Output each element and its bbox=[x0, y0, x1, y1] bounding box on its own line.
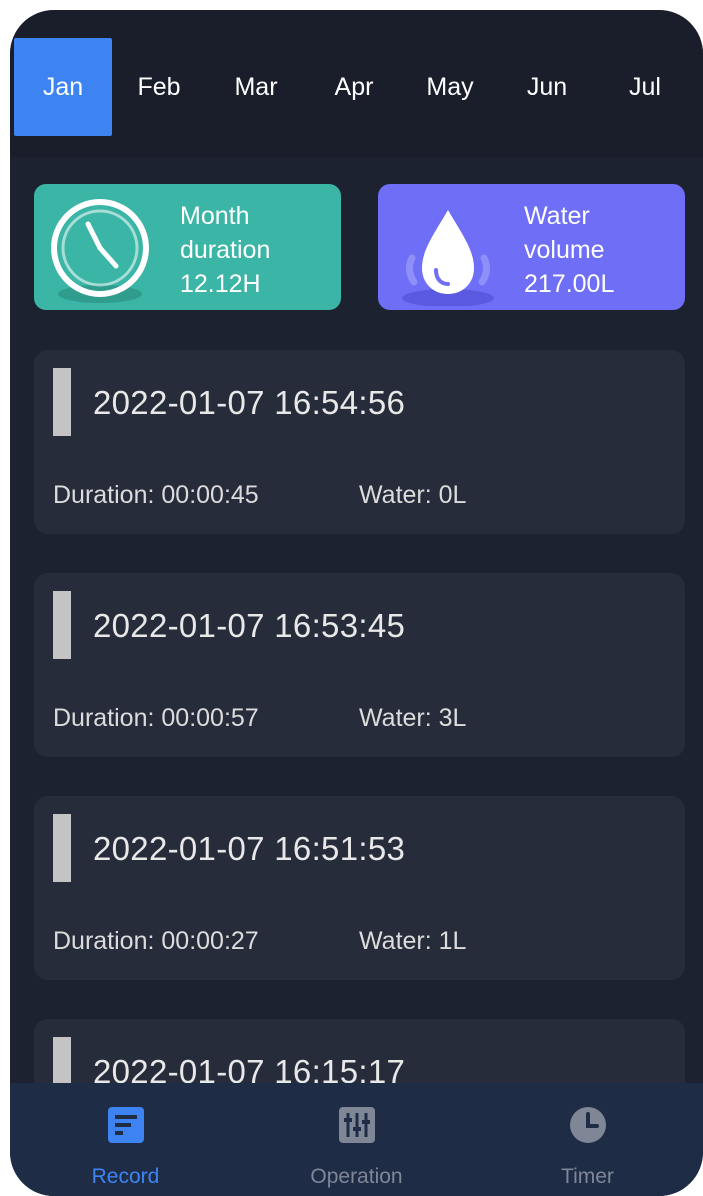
nav-record[interactable]: Record bbox=[10, 1083, 241, 1196]
tab-jul[interactable]: Jul bbox=[596, 38, 694, 136]
tab-mar[interactable]: Mar bbox=[207, 38, 305, 136]
operation-icon bbox=[338, 1107, 375, 1143]
water-label-line2: volume bbox=[524, 236, 605, 264]
nav-operation[interactable]: Operation bbox=[241, 1083, 472, 1196]
record-datetime: 2022-01-07 16:53:45 bbox=[93, 607, 406, 644]
tab-apr[interactable]: Apr bbox=[305, 38, 403, 136]
record-datetime: 2022-01-07 16:54:56 bbox=[93, 384, 406, 421]
duration-value: 12.12H bbox=[180, 270, 261, 298]
record-duration: Duration: 00:00:27 bbox=[53, 927, 259, 955]
nav-timer[interactable]: Timer bbox=[472, 1083, 703, 1196]
record-datetime: 2022-01-07 16:51:53 bbox=[93, 830, 406, 867]
clock-icon bbox=[51, 199, 149, 303]
record-marker bbox=[53, 814, 71, 882]
record-item[interactable]: 2022-01-07 16:54:56 Duration: 00:00:45 W… bbox=[34, 350, 685, 534]
duration-label-line2: duration bbox=[180, 236, 271, 264]
tab-may[interactable]: May bbox=[401, 38, 499, 136]
timer-icon bbox=[569, 1107, 606, 1143]
water-drop-icon bbox=[402, 210, 494, 306]
record-duration: Duration: 00:00:57 bbox=[53, 704, 259, 732]
app-screen: Jan Feb Mar Apr May Jun Jul Month durati… bbox=[10, 10, 703, 1196]
nav-operation-label: Operation bbox=[310, 1165, 403, 1188]
nav-record-label: Record bbox=[91, 1165, 160, 1188]
record-water: Water: 3L bbox=[359, 704, 467, 732]
water-value: 217.00L bbox=[524, 270, 615, 298]
nav-timer-label: Timer bbox=[561, 1165, 614, 1188]
record-duration: Duration: 00:00:45 bbox=[53, 481, 259, 509]
tab-feb[interactable]: Feb bbox=[110, 38, 208, 136]
bottom-nav: Record Operation Timer bbox=[10, 1083, 703, 1196]
record-icon bbox=[107, 1107, 144, 1143]
tab-jun[interactable]: Jun bbox=[498, 38, 596, 136]
duration-label-line1: Month bbox=[180, 202, 250, 230]
month-tabs: Jan Feb Mar Apr May Jun Jul bbox=[10, 10, 703, 157]
record-water: Water: 1L bbox=[359, 927, 467, 955]
month-duration-card: Month duration 12.12H bbox=[34, 184, 341, 310]
record-marker bbox=[53, 368, 71, 436]
record-marker bbox=[53, 591, 71, 659]
tab-jan[interactable]: Jan bbox=[14, 38, 112, 136]
record-item[interactable]: 2022-01-07 16:53:45 Duration: 00:00:57 W… bbox=[34, 573, 685, 757]
record-water: Water: 0L bbox=[359, 481, 467, 509]
water-label-line1: Water bbox=[524, 202, 590, 230]
record-item[interactable]: 2022-01-07 16:51:53 Duration: 00:00:27 W… bbox=[34, 796, 685, 980]
water-volume-card: Water volume 217.00L bbox=[378, 184, 685, 310]
